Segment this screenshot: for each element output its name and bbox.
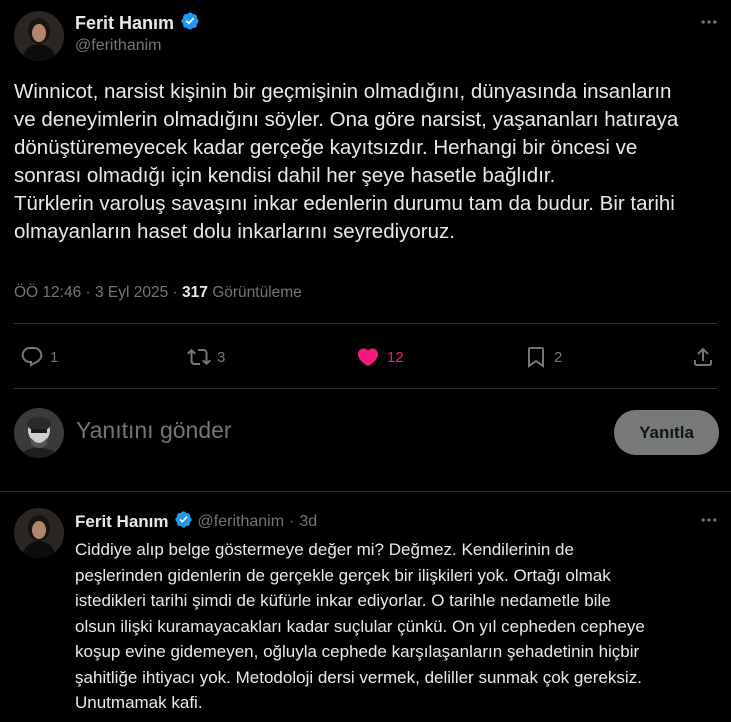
author-name[interactable]: Ferit Hanım — [75, 13, 174, 34]
divider — [14, 388, 717, 389]
verified-icon — [174, 510, 193, 534]
more-icon[interactable] — [699, 12, 719, 37]
repost-button[interactable]: 3 — [187, 345, 225, 369]
reply-submit-button[interactable]: Yanıtla — [614, 410, 719, 455]
separator: · — [289, 513, 295, 530]
bookmark-button[interactable]: 2 — [524, 345, 562, 369]
reply-icon — [20, 345, 44, 369]
like-icon — [355, 345, 381, 369]
reply-author-handle[interactable]: @ferithanim — [198, 513, 285, 531]
bookmark-count: 2 — [554, 348, 563, 366]
like-button[interactable]: 12 — [355, 345, 404, 369]
reply-input[interactable]: Yanıtını gönder — [76, 417, 232, 444]
like-count: 12 — [387, 348, 404, 366]
reply-button[interactable]: 1 — [20, 345, 58, 369]
divider — [14, 323, 717, 324]
share-icon — [691, 345, 715, 369]
user-avatar[interactable] — [14, 408, 64, 458]
share-button[interactable] — [691, 345, 715, 369]
views-label: Görüntüleme — [207, 284, 302, 301]
reply-text: Ciddiye alıp belge göstermeye değer mi? … — [75, 540, 645, 712]
tweet-text: Winnicot, narsist kişinin bir geçmişinin… — [14, 80, 679, 243]
repost-icon — [187, 345, 211, 369]
more-icon[interactable] — [699, 510, 719, 535]
tweet-timestamp[interactable]: ÖÖ 12:46 · 3 Eyl 2025 · — [14, 284, 182, 301]
reply-author-name[interactable]: Ferit Hanım — [75, 512, 169, 532]
author-handle[interactable]: @ferithanim — [75, 37, 162, 55]
divider — [0, 491, 731, 492]
reply-author-avatar[interactable] — [14, 508, 64, 558]
tweet-meta: ÖÖ 12:46 · 3 Eyl 2025 · 317 Görüntüleme — [14, 284, 302, 302]
repost-count: 3 — [217, 348, 226, 366]
views-count: 317 — [182, 284, 208, 301]
bookmark-icon — [524, 345, 548, 369]
author-avatar[interactable] — [14, 11, 64, 61]
reply-time[interactable]: 3d — [299, 513, 317, 531]
reply-count: 1 — [50, 348, 59, 366]
verified-icon — [180, 11, 200, 36]
